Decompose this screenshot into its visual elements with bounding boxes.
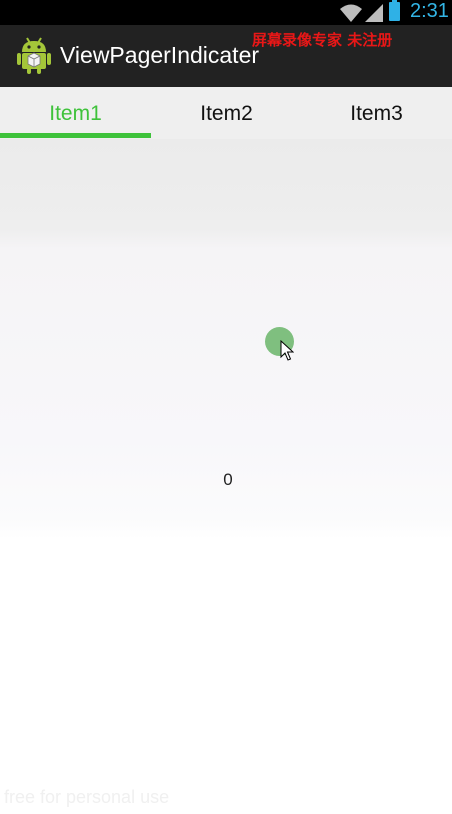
tab-item3[interactable]: Item3 bbox=[301, 87, 452, 139]
recorder-watermark: 屏幕录像专家 未注册 bbox=[252, 31, 393, 49]
mouse-cursor-icon bbox=[280, 340, 294, 361]
tab-item1[interactable]: Item1 bbox=[0, 87, 151, 139]
app-title: ViewPagerIndicater bbox=[60, 42, 260, 68]
status-time: 2:31 bbox=[410, 0, 449, 22]
footer-watermark: free for personal use bbox=[4, 787, 170, 807]
tab-item2[interactable]: Item2 bbox=[151, 87, 302, 139]
signal-icon bbox=[365, 4, 383, 22]
page-content-text: 0 bbox=[223, 470, 233, 489]
status-bar: 2:31 bbox=[0, 0, 452, 25]
battery-icon bbox=[389, 0, 400, 21]
wifi-icon bbox=[340, 4, 362, 22]
action-bar: ViewPagerIndicater 屏幕录像专家 未注册 bbox=[0, 25, 452, 87]
android-robot-icon[interactable] bbox=[16, 35, 52, 75]
tab-indicator bbox=[0, 133, 151, 138]
